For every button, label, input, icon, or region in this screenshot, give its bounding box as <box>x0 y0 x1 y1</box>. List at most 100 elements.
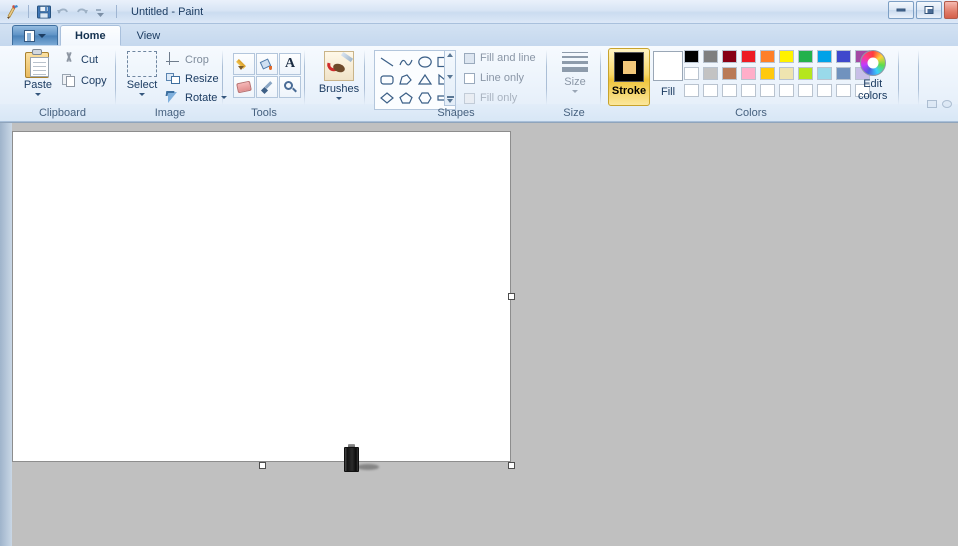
pencil-tool[interactable] <box>233 53 255 75</box>
magnifier-tool[interactable] <box>279 76 301 98</box>
rotate-button[interactable]: Rotate <box>165 90 228 105</box>
paste-button[interactable]: Paste <box>16 49 60 96</box>
shapes-scrollbar[interactable] <box>444 50 456 106</box>
palette-swatch[interactable] <box>758 65 777 82</box>
group-separator-5 <box>546 50 547 105</box>
palette-swatch[interactable] <box>834 48 853 65</box>
text-tool[interactable]: A <box>279 53 301 75</box>
shape-curve[interactable] <box>396 53 415 71</box>
fill-tool[interactable] <box>256 53 278 75</box>
palette-swatch-empty[interactable] <box>834 82 853 99</box>
file-menu-button[interactable] <box>12 25 58 45</box>
palette-swatch[interactable] <box>777 65 796 82</box>
shape-rounded-rectangle[interactable] <box>377 71 396 89</box>
palette-swatch[interactable] <box>701 65 720 82</box>
palette-swatch-empty[interactable] <box>701 82 720 99</box>
help-icon[interactable] <box>942 100 952 108</box>
select-button[interactable]: Select <box>120 51 164 96</box>
fill-and-line-swatch-icon <box>464 52 475 64</box>
canvas-handle-bottom-center[interactable] <box>259 462 266 469</box>
palette-swatch[interactable] <box>758 48 777 65</box>
palette-swatch[interactable] <box>815 48 834 65</box>
redo-icon[interactable] <box>74 4 90 20</box>
workspace-left-gutter <box>0 123 12 546</box>
shape-oval[interactable] <box>415 53 434 71</box>
drawing-canvas[interactable] <box>12 131 511 462</box>
stroke-label: Stroke <box>611 85 647 97</box>
palette-swatch[interactable] <box>777 48 796 65</box>
palette-swatch-empty[interactable] <box>796 82 815 99</box>
color-picker-tool[interactable] <box>256 76 278 98</box>
size-icon <box>562 52 588 72</box>
palette-swatch[interactable] <box>682 48 701 65</box>
minimize-button[interactable] <box>888 1 914 19</box>
palette-swatch[interactable] <box>720 48 739 65</box>
fill-only-swatch-icon <box>464 92 475 104</box>
resize-label: Resize <box>185 72 219 85</box>
palette-swatch-empty[interactable] <box>815 82 834 99</box>
stroke-color-button[interactable]: Stroke <box>608 48 650 106</box>
palette-swatch-empty[interactable] <box>758 82 777 99</box>
palette-swatch[interactable] <box>739 48 758 65</box>
line-only-swatch-icon <box>464 72 475 84</box>
palette-swatch[interactable] <box>701 48 720 65</box>
edit-colors-button[interactable]: Edit colors <box>858 50 887 102</box>
eraser-tool[interactable] <box>233 76 255 98</box>
paint-app-icon[interactable] <box>5 4 21 20</box>
fill-only-label: Fill only <box>480 92 518 104</box>
copy-label: Copy <box>81 74 107 87</box>
customize-qat-icon[interactable] <box>93 4 109 20</box>
crop-button[interactable]: Crop <box>166 52 209 67</box>
shape-polygon[interactable] <box>396 71 415 89</box>
save-icon[interactable] <box>36 4 52 20</box>
ribbon-minimize-icon[interactable] <box>927 100 937 108</box>
shape-triangle[interactable] <box>415 71 434 89</box>
tab-view[interactable]: View <box>123 25 175 46</box>
line-only-option[interactable]: Line only <box>464 72 524 84</box>
copy-button[interactable]: Copy <box>62 73 107 88</box>
resize-button[interactable]: Resize <box>166 71 219 86</box>
paste-chevron-down-icon <box>35 93 41 96</box>
rotate-label: Rotate <box>185 91 218 104</box>
fill-and-line-option[interactable]: Fill and line <box>464 52 536 64</box>
paint-bucket-icon <box>259 57 274 71</box>
shapes-more-icon[interactable] <box>446 96 454 103</box>
fill-color-button[interactable]: Fill <box>652 51 684 98</box>
size-button[interactable]: Size <box>555 52 595 93</box>
palette-swatch[interactable] <box>796 65 815 82</box>
select-chevron-down-icon <box>139 93 145 96</box>
palette-swatch-empty[interactable] <box>739 82 758 99</box>
copy-icon <box>62 73 77 88</box>
palette-swatch[interactable] <box>815 65 834 82</box>
cut-label: Cut <box>81 53 99 66</box>
cut-button[interactable]: Cut <box>62 52 98 67</box>
restore-button[interactable] <box>916 1 942 19</box>
close-button[interactable] <box>944 1 958 19</box>
color-wheel-icon <box>859 50 886 76</box>
battery-shadow <box>357 464 379 470</box>
palette-swatch[interactable] <box>720 65 739 82</box>
palette-swatch-empty[interactable] <box>777 82 796 99</box>
window-title: Untitled - Paint <box>131 5 204 18</box>
palette-swatch-empty[interactable] <box>682 82 701 99</box>
fill-label: Fill <box>660 86 676 98</box>
tab-home[interactable]: Home <box>60 25 121 46</box>
fill-color-swatch <box>653 51 683 81</box>
palette-swatch[interactable] <box>739 65 758 82</box>
shape-line[interactable] <box>377 53 396 71</box>
ribbon-minimize-area <box>927 100 952 108</box>
canvas-handle-bottom-right[interactable] <box>508 462 515 469</box>
scroll-down-icon[interactable] <box>447 74 453 79</box>
brushes-button[interactable]: Brushes <box>316 51 362 100</box>
fill-only-option: Fill only <box>464 92 517 104</box>
selection-icon <box>127 51 157 77</box>
fill-and-line-label: Fill and line <box>480 52 536 64</box>
canvas-handle-right-middle[interactable] <box>508 293 515 300</box>
undo-icon[interactable] <box>55 4 71 20</box>
palette-swatch[interactable] <box>796 48 815 65</box>
palette-swatch[interactable] <box>682 65 701 82</box>
group-label-clipboard: Clipboard <box>38 107 87 119</box>
palette-swatch[interactable] <box>834 65 853 82</box>
scroll-up-icon[interactable] <box>447 53 453 57</box>
palette-swatch-empty[interactable] <box>720 82 739 99</box>
